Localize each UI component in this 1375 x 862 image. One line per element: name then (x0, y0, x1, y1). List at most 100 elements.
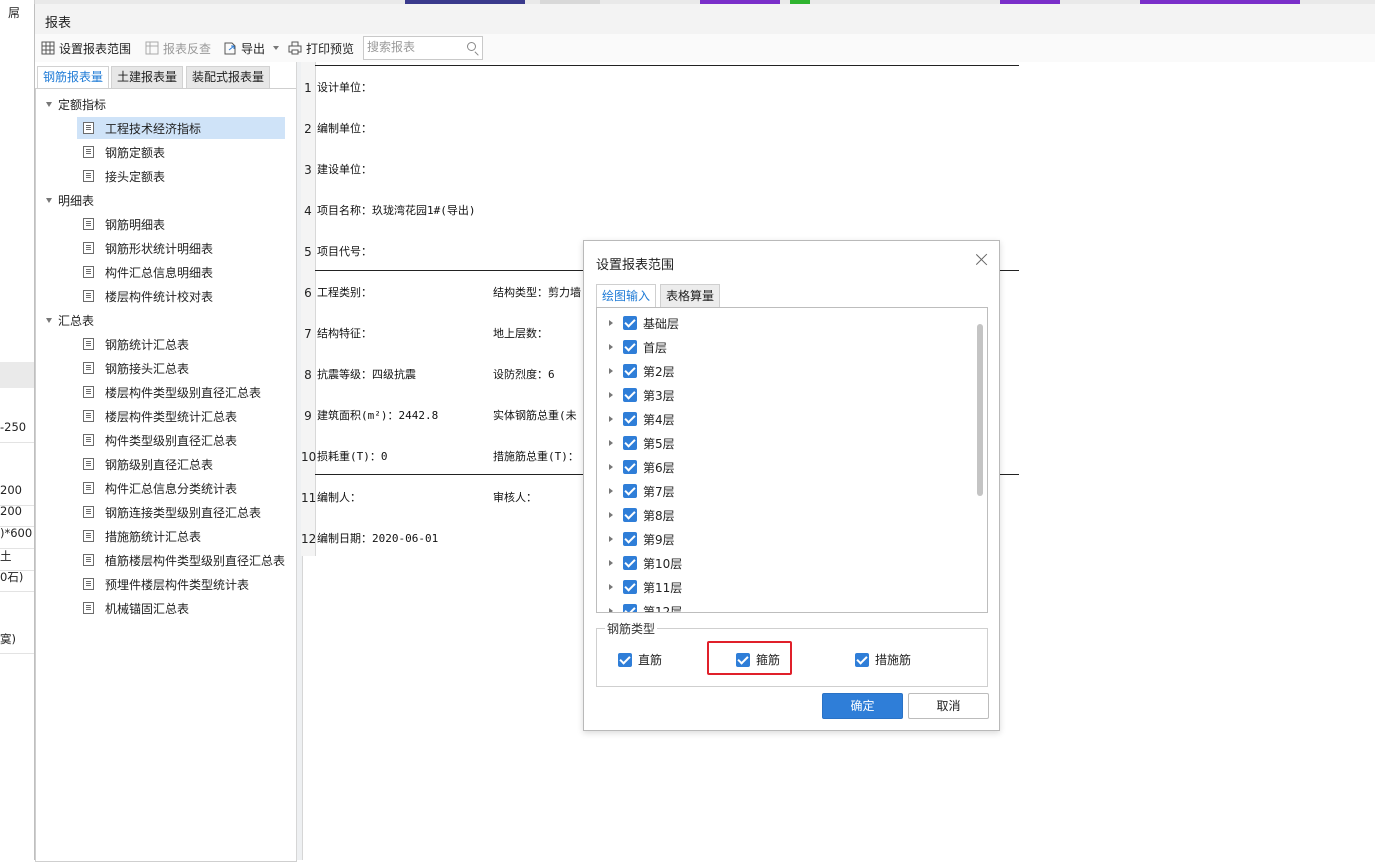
tree-item-label: 钢筋接头汇总表 (105, 361, 190, 376)
row-number: 1 (304, 81, 312, 95)
floor-item[interactable]: 第10层 (597, 552, 682, 574)
row-number: 5 (304, 245, 312, 259)
checkbox-checked-icon[interactable] (623, 364, 637, 378)
expand-icon[interactable] (609, 368, 613, 374)
checkbox-checked-icon[interactable] (623, 412, 637, 426)
checkbox-checked-icon[interactable] (623, 316, 637, 330)
floor-item[interactable]: 第5层 (597, 432, 675, 454)
tab-table-calc[interactable]: 表格算量 (660, 284, 721, 307)
tree-item[interactable]: 钢筋形状统计明细表 (77, 237, 213, 259)
tree-item[interactable]: 植筋楼层构件类型级别直径汇总表 (77, 549, 285, 571)
tree-item[interactable]: 楼层构件类型级别直径汇总表 (77, 381, 261, 403)
close-icon[interactable] (975, 252, 989, 266)
tree-item[interactable]: 构件汇总信息分类统计表 (77, 477, 237, 499)
tree-item[interactable]: 楼层构件统计校对表 (77, 285, 213, 307)
expand-icon[interactable] (609, 440, 613, 446)
caret-down-icon[interactable] (46, 317, 52, 323)
caret-down-icon[interactable] (46, 101, 52, 107)
tree-item[interactable]: 钢筋定额表 (77, 141, 165, 163)
expand-icon[interactable] (609, 584, 613, 590)
checkbox-checked-icon[interactable] (623, 532, 637, 546)
tree-item[interactable]: 措施筋统计汇总表 (77, 525, 201, 547)
checkbox-checked-icon[interactable] (623, 580, 637, 594)
tree-item[interactable]: 钢筋明细表 (77, 213, 165, 235)
search-box[interactable] (363, 36, 483, 60)
tree-item-label: 构件汇总信息明细表 (105, 265, 214, 280)
checkbox-checked-icon[interactable] (618, 652, 632, 667)
report-field-design-unit: 设计单位： (317, 81, 372, 94)
tree-item[interactable]: 构件类型级别直径汇总表 (77, 429, 237, 451)
set-range-button[interactable]: 设置报表范围 (41, 39, 131, 57)
floor-item[interactable]: 第6层 (597, 456, 675, 478)
expand-icon[interactable] (609, 512, 613, 518)
floor-item[interactable]: 第4层 (597, 408, 675, 430)
tab-prefab-report[interactable]: 装配式报表量 (186, 66, 271, 88)
expand-icon[interactable] (609, 392, 613, 398)
floor-item[interactable]: 第9层 (597, 528, 675, 550)
checkbox-checked-icon[interactable] (623, 604, 637, 612)
caret-down-icon[interactable] (46, 197, 52, 203)
checkbox-checked-icon[interactable] (623, 436, 637, 450)
expand-icon[interactable] (609, 344, 613, 350)
report-field-compiler: 编制人： (317, 491, 361, 504)
expand-icon[interactable] (609, 464, 613, 470)
checkbox-checked-icon[interactable] (623, 556, 637, 570)
cancel-button[interactable]: 取消 (908, 693, 989, 719)
search-icon[interactable] (467, 42, 476, 51)
tree-group-quota[interactable]: 定额指标 (46, 93, 106, 115)
tree-item[interactable]: 楼层构件类型统计汇总表 (77, 405, 237, 427)
checkbox-checked-icon[interactable] (623, 388, 637, 402)
floor-item[interactable]: 第2层 (597, 360, 675, 382)
tree-item[interactable]: 钢筋级别直径汇总表 (77, 453, 213, 475)
expand-icon[interactable] (609, 536, 613, 542)
tree-item[interactable]: 工程技术经济指标 (77, 117, 285, 139)
expand-icon[interactable] (609, 608, 613, 612)
expand-icon[interactable] (609, 416, 613, 422)
floor-item[interactable]: 第8层 (597, 504, 675, 526)
print-preview-button[interactable]: 打印预览 (288, 39, 354, 57)
tree-group-detail[interactable]: 明细表 (46, 189, 94, 211)
ok-button[interactable]: 确定 (822, 693, 903, 719)
report-check-button[interactable]: 报表反查 (145, 39, 211, 57)
checkbox-checked-icon[interactable] (623, 460, 637, 474)
background-cell: 土 (0, 548, 34, 571)
dialog-title: 设置报表范围 (596, 258, 675, 273)
floor-item[interactable]: 首层 (597, 336, 667, 358)
tree-item[interactable]: 机械锚固汇总表 (77, 597, 189, 619)
floor-item[interactable]: 第3层 (597, 384, 675, 406)
floor-item[interactable]: 第11层 (597, 576, 682, 598)
search-input[interactable] (364, 37, 459, 57)
tree-group-summary[interactable]: 汇总表 (46, 309, 94, 331)
floor-list-scrollbar[interactable] (977, 324, 983, 496)
tree-item[interactable]: 钢筋连接类型级别直径汇总表 (77, 501, 261, 523)
tab-rebar-report[interactable]: 钢筋报表量 (37, 66, 110, 89)
checkbox-checked-icon[interactable] (623, 508, 637, 522)
checkbox-checked-icon[interactable] (623, 484, 637, 498)
tree-item[interactable]: 构件汇总信息明细表 (77, 261, 213, 283)
tree-item[interactable]: 钢筋接头汇总表 (77, 357, 189, 379)
dropdown-arrow-icon[interactable] (273, 46, 280, 50)
expand-icon[interactable] (609, 488, 613, 494)
document-icon (83, 122, 94, 134)
tree-item[interactable]: 预埋件楼层构件类型统计表 (77, 573, 249, 595)
tree-item-label: 楼层构件统计校对表 (105, 289, 214, 304)
tree-item[interactable]: 接头定额表 (77, 165, 165, 187)
document-icon (83, 434, 94, 446)
rebar-type-measure[interactable]: 措施筋 (855, 651, 911, 668)
checkbox-checked-icon[interactable] (855, 652, 869, 667)
tab-drawing-input[interactable]: 绘图输入 (596, 284, 657, 307)
export-button[interactable]: 导出 (223, 39, 280, 57)
checkbox-checked-icon[interactable] (623, 340, 637, 354)
floor-label: 首层 (643, 340, 668, 355)
tab-civil-report[interactable]: 土建报表量 (111, 66, 184, 88)
document-icon (83, 242, 94, 254)
floor-item[interactable]: 第12层 (597, 600, 682, 612)
floor-item[interactable]: 基础层 (597, 312, 679, 334)
tree-item-label: 机械锚固汇总表 (105, 601, 190, 616)
tree-item-label: 钢筋级别直径汇总表 (105, 457, 214, 472)
floor-item[interactable]: 第7层 (597, 480, 675, 502)
tree-item[interactable]: 钢筋统计汇总表 (77, 333, 189, 355)
rebar-type-straight[interactable]: 直筋 (618, 651, 662, 668)
expand-icon[interactable] (609, 560, 613, 566)
expand-icon[interactable] (609, 320, 613, 326)
